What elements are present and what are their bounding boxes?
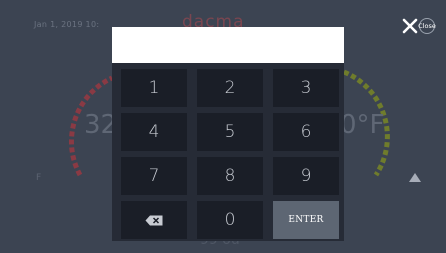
- key-6[interactable]: 6: [273, 113, 339, 151]
- key-2[interactable]: 2: [197, 69, 263, 107]
- key-4[interactable]: 4: [121, 113, 187, 151]
- keypad: 1 2 3 4 5 6 7 8 9 0 ENTER: [112, 63, 344, 241]
- close-label: Close: [418, 18, 436, 34]
- unit-label: F: [36, 173, 42, 183]
- key-1[interactable]: 1: [121, 69, 187, 107]
- backspace-icon: [145, 215, 163, 225]
- up-arrow-icon[interactable]: [409, 173, 421, 182]
- key-5[interactable]: 5: [197, 113, 263, 151]
- close-icon: [402, 18, 418, 34]
- number-input[interactable]: [112, 27, 344, 63]
- temperature-right: 0°F: [340, 110, 385, 140]
- date-time: Jan 1, 2019 10:: [34, 20, 100, 29]
- key-8[interactable]: 8: [197, 157, 263, 195]
- close-button[interactable]: Close: [402, 18, 436, 34]
- key-0[interactable]: 0: [197, 201, 263, 239]
- enter-button[interactable]: ENTER: [273, 201, 339, 239]
- key-9[interactable]: 9: [273, 157, 339, 195]
- key-3[interactable]: 3: [273, 69, 339, 107]
- key-7[interactable]: 7: [121, 157, 187, 195]
- backspace-key[interactable]: [121, 201, 187, 239]
